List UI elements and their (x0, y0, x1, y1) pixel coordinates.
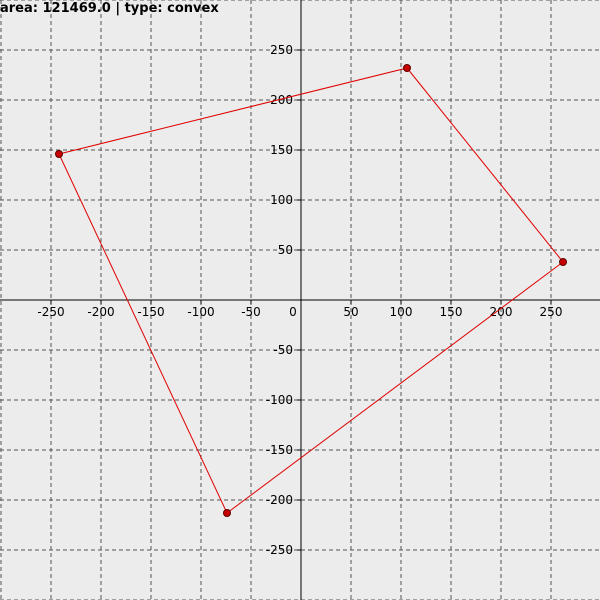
polygon-vertex-handle[interactable] (223, 509, 231, 517)
y-tick-label: -150 (266, 443, 293, 457)
status-separator: | (115, 1, 121, 16)
x-tick-label: -150 (137, 305, 164, 319)
type-label: type: (124, 1, 163, 16)
polygon-edge (58, 67, 408, 155)
x-tick-label: 100 (390, 305, 413, 319)
coordinate-plane[interactable]: -250 -200 -150 -100 -50 0 50 100 150 200 250 250 20… (0, 0, 600, 600)
y-tick-label: 150 (270, 143, 293, 157)
x-tick-label: 200 (490, 305, 513, 319)
polygon-edge (406, 67, 564, 263)
y-tick-label: -200 (266, 493, 293, 507)
x-tick-label: 250 (540, 305, 563, 319)
y-tick-label: 50 (278, 243, 293, 257)
x-tick-label: -200 (87, 305, 114, 319)
area-value: 121469.0 (42, 1, 111, 16)
axes (0, 0, 600, 600)
x-tick-label: -100 (187, 305, 214, 319)
polygon-vertex-handle[interactable] (403, 64, 411, 72)
x-tick-label: -50 (241, 305, 261, 319)
polygon-vertex-handle[interactable] (55, 150, 63, 158)
x-tick-label: 50 (343, 305, 358, 319)
polygon-vertices[interactable] (55, 64, 567, 517)
y-tick-label: 200 (270, 93, 293, 107)
y-tick-label: -50 (273, 343, 293, 357)
x-tick-label: 150 (440, 305, 463, 319)
x-tick-label: -250 (37, 305, 64, 319)
y-tick-label: -250 (266, 543, 293, 557)
area-label: area: (0, 1, 38, 16)
polygon-vertex-handle[interactable] (559, 258, 567, 266)
drawing-canvas[interactable]: -250 -200 -150 -100 -50 0 50 100 150 200 250 250 20… (0, 0, 600, 600)
type-value: convex (167, 1, 219, 16)
polygon-edge (58, 153, 228, 514)
polygon-edges (58, 67, 564, 514)
y-tick-label: 250 (270, 43, 293, 57)
x-tick-label: 0 (289, 305, 297, 319)
status-readout: area: 121469.0 | type: convex (0, 1, 219, 16)
y-tick-label: -100 (266, 393, 293, 407)
x-axis-ticks: -250 -200 -150 -100 -50 0 50 100 150 200 250 (37, 300, 562, 319)
y-tick-label: 100 (270, 193, 293, 207)
